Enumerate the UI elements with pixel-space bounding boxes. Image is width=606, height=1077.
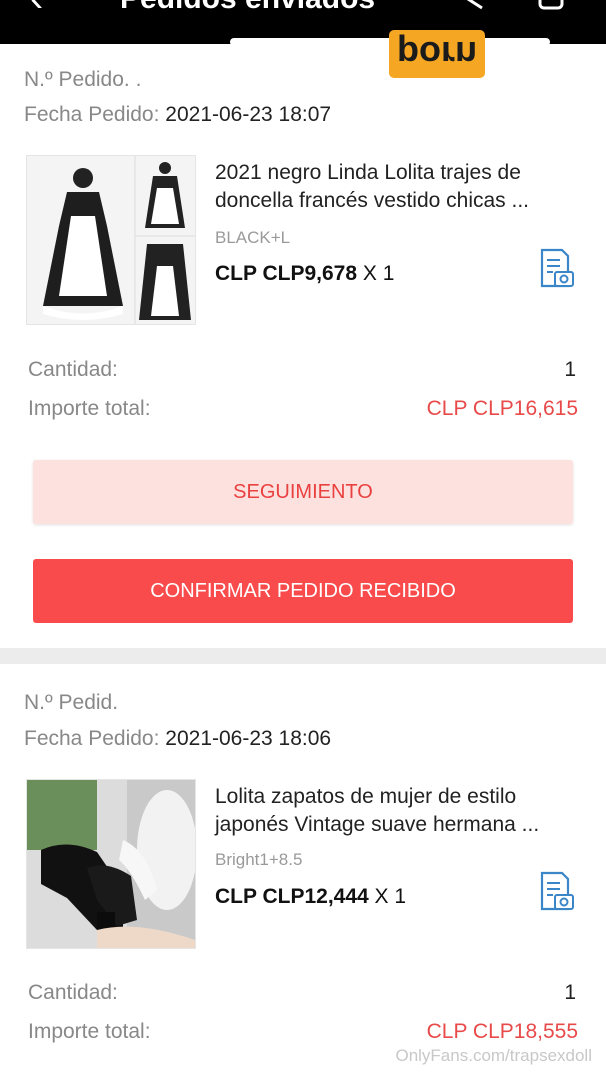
maid-dress-image bbox=[27, 156, 195, 324]
overlay-badge: porn bbox=[389, 30, 485, 78]
order-separator bbox=[0, 648, 606, 664]
product-thumbnail[interactable] bbox=[26, 779, 196, 949]
order-date-value: 2021-06-23 18:06 bbox=[165, 727, 332, 750]
confirm-received-button[interactable]: CONFIRMAR PEDIDO RECIBIDO bbox=[33, 559, 573, 623]
total-label: Importe total: bbox=[28, 397, 151, 420]
quantity-label: Cantidad: bbox=[28, 358, 118, 381]
photo-review-icon[interactable] bbox=[538, 248, 576, 290]
quantity-value: 1 bbox=[564, 981, 576, 1004]
order-date-row: Fecha Pedido: 2021-06-23 18:06 bbox=[24, 727, 331, 751]
shoes-image bbox=[27, 780, 195, 948]
order-number-label: N.º Pedido. . bbox=[24, 68, 142, 91]
product-price-row: CLP CLP12,444 X 1 bbox=[215, 885, 406, 909]
tracking-button[interactable]: SEGUIMIENTO bbox=[33, 460, 573, 524]
watermark-text: OnlyFans.com/trapsexdoll bbox=[395, 1046, 592, 1065]
product-title[interactable]: 2021 negro Linda Lolita trajes de doncel… bbox=[215, 159, 575, 215]
product-thumbnail[interactable] bbox=[26, 155, 196, 325]
share-icon[interactable] bbox=[462, 0, 488, 12]
product-price: CLP CLP12,444 bbox=[215, 885, 369, 908]
total-label: Importe total: bbox=[28, 1020, 151, 1043]
product-title[interactable]: Lolita zapatos de mujer de estilo japoné… bbox=[215, 783, 575, 839]
order-number-label: N.º Pedid. bbox=[24, 691, 119, 714]
total-value: CLP CLP18,555 bbox=[426, 1020, 578, 1043]
back-arrow-icon[interactable]: ‹ bbox=[30, 0, 43, 18]
product-qty: X 1 bbox=[374, 885, 407, 908]
product-price-row: CLP CLP9,678 X 1 bbox=[215, 262, 394, 286]
order-date-value: 2021-06-23 18:07 bbox=[165, 103, 332, 126]
total-value: CLP CLP16,615 bbox=[426, 397, 578, 420]
quantity-label: Cantidad: bbox=[28, 981, 118, 1004]
photo-review-icon[interactable] bbox=[538, 871, 576, 913]
quantity-value: 1 bbox=[564, 358, 576, 381]
product-qty: X 1 bbox=[362, 262, 395, 285]
order-date-label: Fecha Pedido: bbox=[24, 103, 160, 126]
cart-icon[interactable] bbox=[534, 0, 568, 14]
page-title: Pedidos enviados bbox=[120, 0, 375, 16]
order-date-row: Fecha Pedido: 2021-06-23 18:07 bbox=[24, 103, 331, 127]
product-variant: Bright1+8.5 bbox=[215, 850, 303, 869]
product-price: CLP CLP9,678 bbox=[215, 262, 358, 285]
product-variant: BLACK+L bbox=[215, 228, 291, 247]
order-date-label: Fecha Pedido: bbox=[24, 727, 160, 750]
